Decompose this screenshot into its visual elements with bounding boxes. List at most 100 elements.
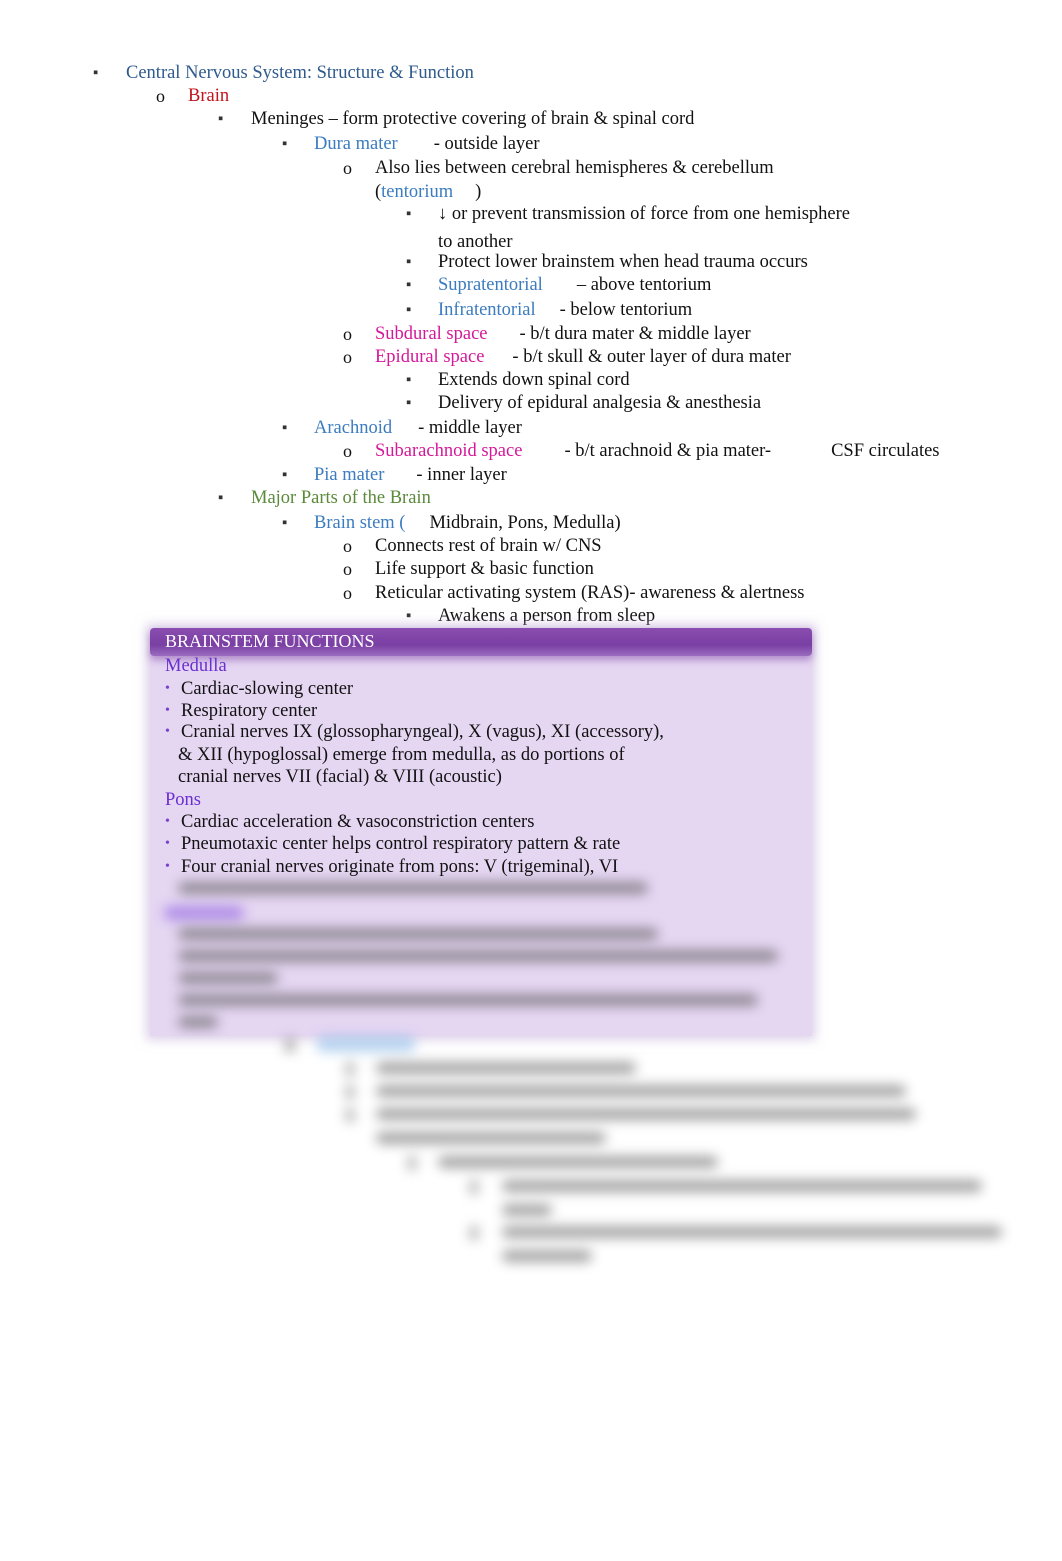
pons-item: Cardiac acceleration & vasoconstriction … <box>181 812 535 832</box>
bullet-icon: • <box>165 814 170 829</box>
description: - middle layer <box>418 418 522 438</box>
list-item: Connects rest of brain w/ CNS <box>375 536 602 556</box>
obscured-bullet <box>346 1085 354 1099</box>
list-item: Delivery of epidural analgesia & anesthe… <box>438 393 762 413</box>
obscured-text <box>376 1062 636 1074</box>
obscured-text <box>178 950 778 962</box>
bullet-icon: • <box>165 703 170 718</box>
term: Infratentorial <box>438 300 536 320</box>
bullet-icon: ▪ <box>406 302 412 318</box>
obscured-bullet <box>408 1156 416 1170</box>
description-2: CSF circulates <box>831 441 940 461</box>
bullet-icon: ▪ <box>282 420 288 436</box>
supratentorial-item: Supratentorial – above tentorium <box>438 274 711 296</box>
obscured-bullet <box>285 1038 295 1052</box>
list-item: Extends down spinal cord <box>438 370 630 390</box>
obscured-bullet <box>470 1226 478 1240</box>
slide-title: BRAINSTEM FUNCTIONS <box>165 631 375 651</box>
obscured-text <box>502 1226 1002 1238</box>
list-item-continuation: to another <box>438 232 513 252</box>
obscured-heading <box>316 1036 416 1052</box>
bullet-icon: o <box>343 583 352 603</box>
slide-title-bar: BRAINSTEM FUNCTIONS <box>150 628 812 656</box>
brain-stem-item: Brain stem ( Midbrain, Pons, Medulla) <box>314 512 621 534</box>
obscured-text <box>376 1108 916 1120</box>
bullet-icon: ▪ <box>406 608 412 624</box>
paren-close: ) <box>475 182 482 202</box>
bullet-icon: o <box>343 441 352 461</box>
description: – above tentorium <box>576 275 712 295</box>
major-parts-heading: Major Parts of the Brain <box>251 488 431 508</box>
obscured-text <box>178 972 278 984</box>
obscured-text <box>178 994 758 1006</box>
bullet-icon: • <box>165 859 170 874</box>
list-item: Awakens a person from sleep <box>438 606 656 626</box>
medulla-item: Cardiac-slowing center <box>181 679 354 699</box>
obscured-bullet <box>470 1180 478 1194</box>
term: Epidural space <box>375 347 485 367</box>
list-item: Also lies between cerebral hemispheres &… <box>375 158 774 178</box>
brainstem-functions-slide: BRAINSTEM FUNCTIONS Medulla • Cardiac-sl… <box>150 628 812 1036</box>
description: - b/t dura mater & middle layer <box>519 324 751 344</box>
bullet-icon: • <box>165 836 170 851</box>
list-item: Life support & basic function <box>375 559 594 579</box>
bullet-icon: ▪ <box>406 372 412 388</box>
meninges-item: Meninges – form protective covering of b… <box>251 109 695 129</box>
bullet-icon: • <box>165 724 170 739</box>
obscured-text <box>178 928 658 940</box>
medulla-item-continuation: cranial nerves VII (facial) & VIII (acou… <box>178 767 502 787</box>
term: tentorium <box>381 182 454 202</box>
medulla-item: Cranial nerves IX (glossopharyngeal), X … <box>181 722 664 742</box>
bullet-icon: ▪ <box>282 467 288 483</box>
description: - below tentorium <box>559 300 693 320</box>
obscured-text <box>438 1156 718 1168</box>
medulla-heading: Medulla <box>165 656 227 676</box>
list-item: ↓ or prevent transmission of force from … <box>438 204 851 224</box>
term: Dura mater <box>314 134 398 154</box>
bullet-icon: o <box>156 86 165 106</box>
term: Subdural space <box>375 324 488 344</box>
bullet-icon: o <box>343 536 352 556</box>
list-item: Protect lower brainstem when head trauma… <box>438 252 808 272</box>
bullet-icon: ▪ <box>406 206 412 222</box>
bullet-icon: ▪ <box>282 515 288 531</box>
bullet-icon: o <box>343 347 352 367</box>
medulla-item: Respiratory center <box>181 701 318 721</box>
obscured-heading <box>164 906 244 920</box>
bullet-icon: o <box>343 324 352 344</box>
epidural-item: Epidural space - b/t skull & outer layer … <box>375 346 791 368</box>
medulla-item-continuation: & XII (hypoglossal) emerge from medulla,… <box>178 745 625 765</box>
subsection-brain: Brain <box>188 86 230 106</box>
bullet-icon: • <box>165 681 170 696</box>
obscured-text <box>376 1132 606 1144</box>
tentorium-item: (tentorium) <box>375 181 481 203</box>
description: - outside layer <box>433 134 540 154</box>
obscured-text <box>502 1180 982 1192</box>
description: Midbrain, Pons, Medulla) <box>429 513 621 533</box>
bullet-icon: o <box>343 559 352 579</box>
list-item: Reticular activating system (RAS)- aware… <box>375 583 805 603</box>
subdural-item: Subdural space - b/t dura mater & middle … <box>375 323 751 345</box>
bullet-icon: ▪ <box>406 395 412 411</box>
arachnoid-item: Arachnoid - middle layer <box>314 417 522 439</box>
obscured-text <box>502 1204 552 1216</box>
infratentorial-item: Infratentorial - below tentorium <box>438 299 692 321</box>
section-title: Central Nervous System: Structure & Func… <box>126 63 474 83</box>
bullet-icon: ▪ <box>282 136 288 152</box>
subarachnoid-item: Subarachnoid space - b/t arachnoid & pia … <box>375 440 940 462</box>
dura-mater-item: Dura mater - outside layer <box>314 133 540 155</box>
bullet-icon: ▪ <box>218 490 224 506</box>
bullet-icon: ▪ <box>406 254 412 270</box>
obscured-text <box>178 882 648 894</box>
description: - inner layer <box>416 465 507 485</box>
obscured-text <box>178 1016 218 1028</box>
obscured-bullet <box>346 1062 354 1076</box>
pons-heading: Pons <box>165 790 201 810</box>
pia-mater-item: Pia mater - inner layer <box>314 464 507 486</box>
description: - b/t skull & outer layer of dura mater <box>512 347 791 367</box>
pons-item: Pneumotaxic center helps control respira… <box>181 834 621 854</box>
obscured-text <box>376 1085 906 1097</box>
term: Supratentorial <box>438 275 543 295</box>
bullet-icon: ▪ <box>406 277 412 293</box>
term: Brain stem ( <box>314 513 406 533</box>
